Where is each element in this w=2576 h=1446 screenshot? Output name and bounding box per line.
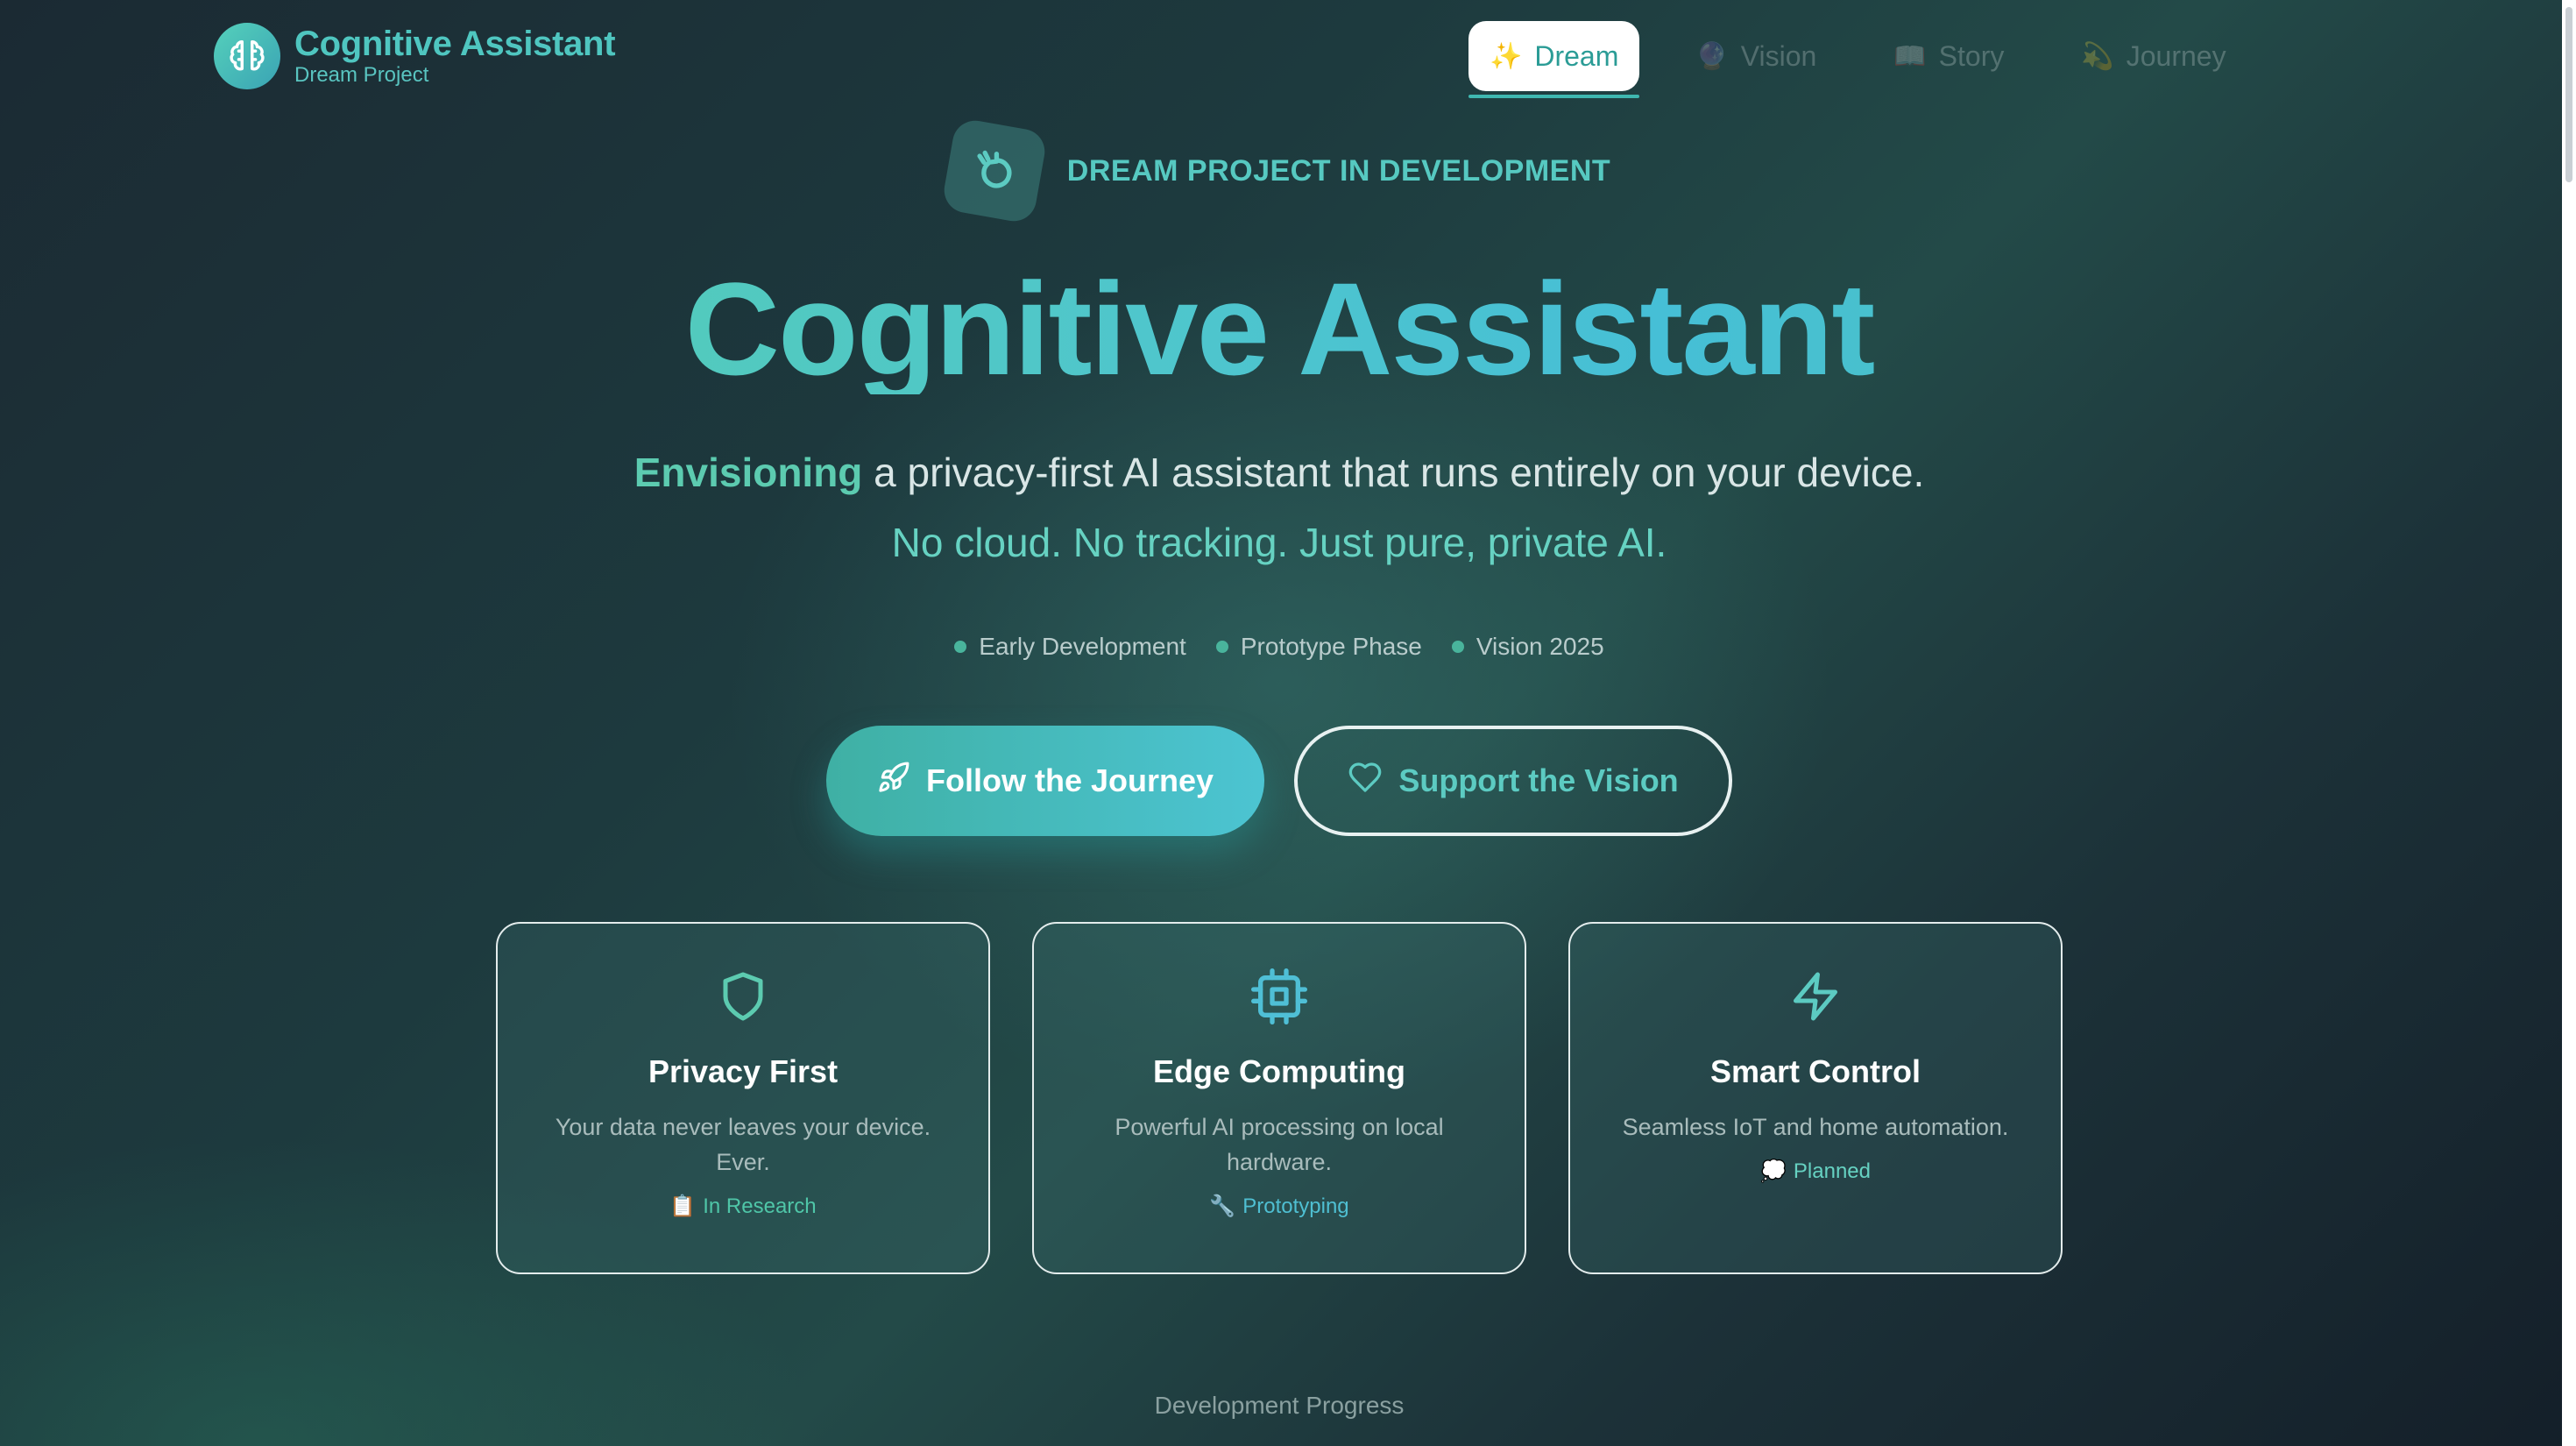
badge-text: DREAM PROJECT IN DEVELOPMENT xyxy=(1066,153,1611,188)
nav-item-vision[interactable]: 🔮 Vision xyxy=(1674,21,1837,91)
nav-item-journey[interactable]: 💫 Journey xyxy=(2060,21,2247,91)
feature-card-smart[interactable]: Smart Control Seamless IoT and home auto… xyxy=(1568,922,2063,1274)
card-title: Smart Control xyxy=(1709,1053,1921,1089)
status-label: Prototyping xyxy=(1242,1194,1349,1218)
shield-icon xyxy=(717,968,769,1025)
stage-item: Early Development xyxy=(954,633,1186,661)
heart-icon xyxy=(1348,760,1383,803)
support-vision-button[interactable]: Support the Vision xyxy=(1294,726,1732,836)
feature-card-privacy[interactable]: Privacy First Your data never leaves you… xyxy=(496,922,990,1274)
rocket-icon xyxy=(877,761,910,802)
stage-label: Prototype Phase xyxy=(1240,633,1422,660)
card-description: Powerful AI processing on local hardware… xyxy=(1115,1114,1444,1175)
clipboard-icon: 📋 xyxy=(669,1194,697,1218)
card-title: Privacy First xyxy=(648,1053,839,1089)
status-dot xyxy=(1451,641,1464,653)
status-label: Planned xyxy=(1793,1159,1871,1183)
card-title: Edge Computing xyxy=(1153,1053,1405,1089)
nav-item-dream[interactable]: ✨ Dream xyxy=(1468,21,1640,98)
feature-card-edge[interactable]: Edge Computing Powerful AI processing on… xyxy=(1032,922,1526,1274)
stage-list: Early Development Prototype Phase Vision… xyxy=(0,633,2558,661)
sparkles-icon: ✨ xyxy=(1490,41,1523,71)
follow-journey-button[interactable]: Follow the Journey xyxy=(826,726,1264,836)
top-nav: ✨ Dream 🔮 Vision 📖 Story 💫 Journey xyxy=(1468,21,2247,98)
refresh-icon xyxy=(940,117,1049,225)
brand-subtitle: Dream Project xyxy=(294,63,429,87)
nav-label: Story xyxy=(1938,39,2005,72)
brand-title: Cognitive Assistant xyxy=(294,25,616,63)
brand[interactable]: Cognitive Assistant Dream Project xyxy=(214,23,616,89)
status-badge: 🔧 Prototyping xyxy=(1209,1194,1348,1219)
wrench-icon: 🔧 xyxy=(1209,1194,1236,1218)
status-badge: 💭 Planned xyxy=(1760,1159,1871,1184)
thought-bubble-icon: 💭 xyxy=(1760,1159,1787,1183)
cpu-icon xyxy=(1251,968,1307,1025)
status-badge: 📋 In Research xyxy=(669,1194,816,1219)
cta-row: Follow the Journey Support the Vision xyxy=(0,726,2558,836)
hero-tagline: Envisioning a privacy-first AI assistant… xyxy=(0,449,2558,496)
feature-cards: Privacy First Your data never leaves you… xyxy=(496,922,2063,1274)
crystal-ball-icon: 🔮 xyxy=(1695,41,1729,71)
card-description: Seamless IoT and home automation. xyxy=(1622,1114,2009,1140)
brain-icon xyxy=(214,23,280,89)
follow-journey-label: Follow the Journey xyxy=(925,762,1214,798)
stage-item: Vision 2025 xyxy=(1451,633,1604,661)
hero-tagline-2: No cloud. No tracking. Just pure, privat… xyxy=(891,520,1667,565)
dev-badge: DREAM PROJECT IN DEVELOPMENT xyxy=(0,117,2558,225)
dizzy-star-icon: 💫 xyxy=(2081,41,2114,71)
hero-title: Cognitive Assistant xyxy=(0,263,2558,394)
scrollbar[interactable] xyxy=(2562,0,2576,1446)
nav-label: Journey xyxy=(2126,39,2226,72)
nav-label: Vision xyxy=(1740,39,1817,72)
card-description: Your data never leaves your device. Ever… xyxy=(555,1114,931,1175)
status-dot xyxy=(954,641,967,653)
stage-item: Prototype Phase xyxy=(1215,633,1422,661)
stage-label: Vision 2025 xyxy=(1476,633,1604,660)
lightning-icon xyxy=(1789,968,1842,1025)
status-label: In Research xyxy=(703,1194,817,1218)
support-vision-label: Support the Vision xyxy=(1398,762,1679,798)
development-progress-heading: Development Progress xyxy=(1154,1392,1405,1419)
tagline-rest: a privacy-first AI assistant that runs e… xyxy=(862,450,1925,495)
status-dot xyxy=(1215,641,1228,653)
scrollbar-thumb[interactable] xyxy=(2565,7,2572,182)
tagline-accent: Envisioning xyxy=(633,450,863,495)
nav-item-story[interactable]: 📖 Story xyxy=(1872,21,2025,91)
stage-label: Early Development xyxy=(979,633,1186,660)
nav-label: Dream xyxy=(1534,39,1619,72)
book-icon: 📖 xyxy=(1893,41,1927,71)
